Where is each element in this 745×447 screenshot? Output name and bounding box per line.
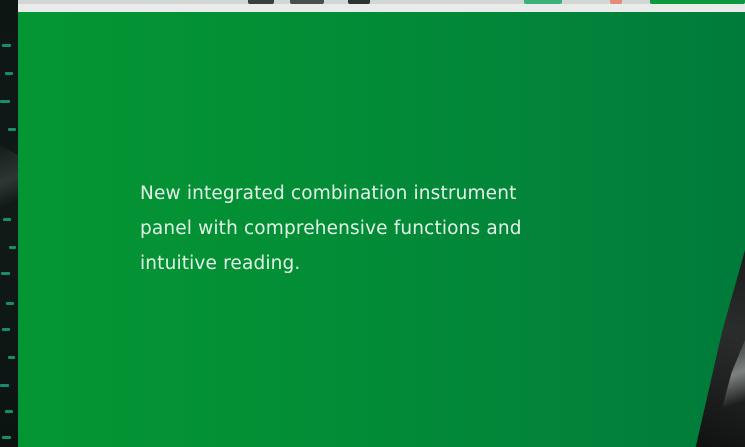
top-image-strip <box>18 0 745 12</box>
page: New integrated combination instrument pa… <box>0 0 745 447</box>
left-background-strip <box>0 0 18 447</box>
feature-description: New integrated combination instrument pa… <box>140 183 522 274</box>
